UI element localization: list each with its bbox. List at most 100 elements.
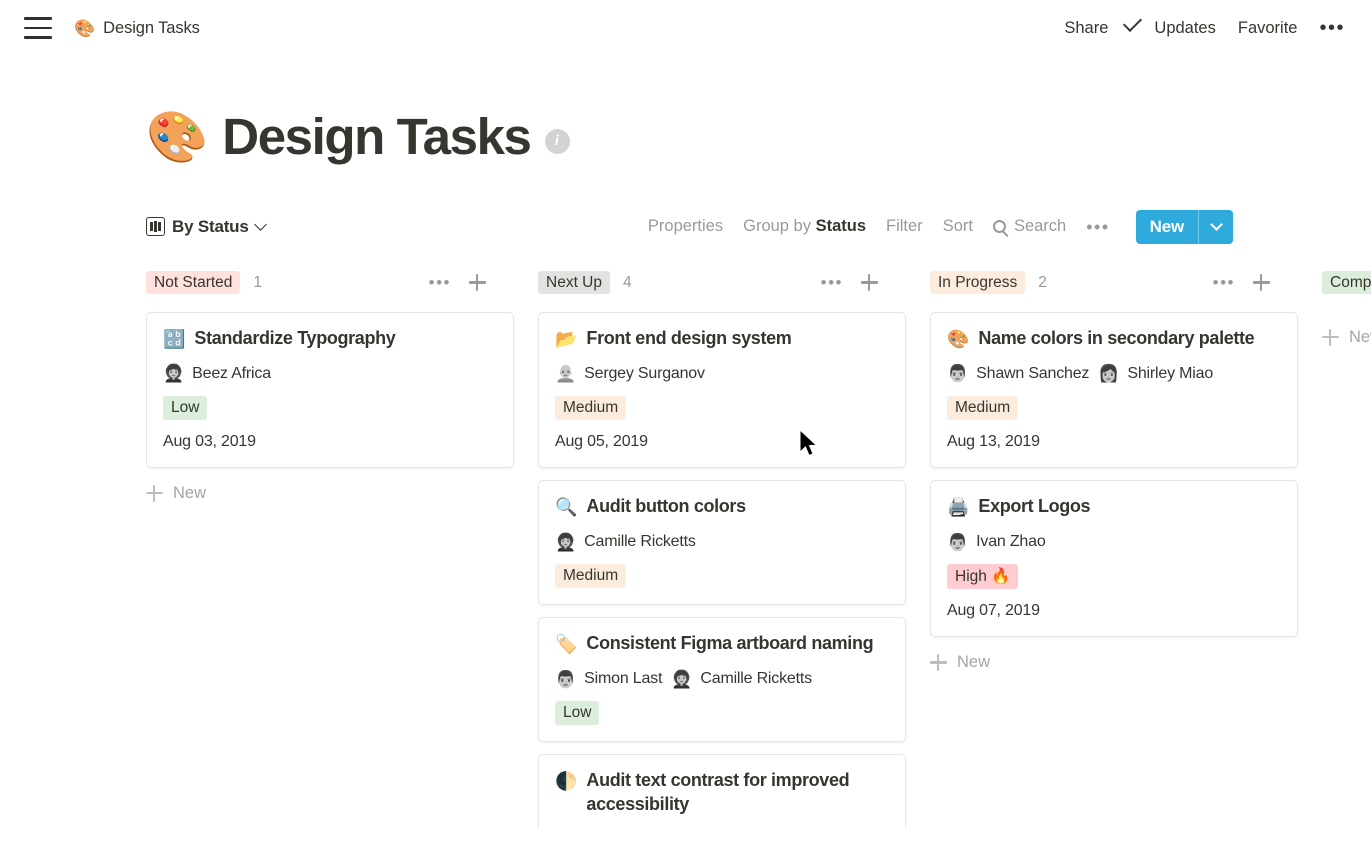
column-header: Not Started 1 ••• — [146, 268, 538, 298]
view-tab-by-status[interactable]: By Status — [146, 217, 265, 237]
info-icon[interactable]: i — [545, 129, 570, 154]
card-title-row: 🔍 Audit button colors — [555, 495, 889, 519]
assignee-name: Shirley Miao — [1127, 365, 1213, 383]
assignee-name: Shawn Sanchez — [976, 365, 1089, 383]
page-title[interactable]: Design Tasks — [222, 110, 530, 164]
card-assignees: 👩‍🦱Camille Ricketts — [555, 533, 889, 551]
column-more-icon[interactable]: ••• — [429, 274, 451, 291]
favorite-button[interactable]: Favorite — [1238, 19, 1298, 38]
assignee[interactable]: 👩Shirley Miao — [1098, 365, 1213, 383]
new-button[interactable]: New — [1136, 210, 1233, 244]
task-card[interactable]: 🏷️Consistent Figma artboard naming👨Simon… — [538, 617, 906, 742]
more-options-icon[interactable]: ••• — [1319, 18, 1345, 38]
breadcrumb[interactable]: 🎨 Design Tasks — [74, 19, 200, 38]
chevron-down-icon — [254, 218, 267, 231]
assignee[interactable]: 👩‍🦱Camille Ricketts — [555, 533, 696, 551]
card-title: Standardize Typography — [194, 327, 395, 350]
toolbar-more-icon[interactable]: ••• — [1086, 218, 1109, 236]
status-badge[interactable]: Next Up — [538, 271, 610, 295]
abcd-input-latin-icon: 🔡 — [163, 327, 185, 351]
magnifying-glass-icon: 🔍 — [555, 495, 577, 519]
board-column: Not Started 1 ••• 🔡 Standardize Typography 👩‍… — [146, 268, 538, 828]
board-view-icon — [146, 217, 165, 236]
group-by-button[interactable]: Group by Status — [743, 217, 866, 236]
breadcrumb-label: Design Tasks — [103, 19, 200, 38]
column-more-icon[interactable]: ••• — [821, 274, 843, 291]
assignee[interactable]: 👨‍🦲Sergey Surganov — [555, 365, 705, 383]
priority-badge[interactable]: Medium — [555, 396, 626, 420]
column-more-icon[interactable]: ••• — [1213, 274, 1235, 291]
assignee[interactable]: 👨 Shawn Sanchez — [947, 365, 1089, 383]
status-badge[interactable]: Not Started — [146, 271, 240, 295]
column-header-actions: ••• — [1213, 274, 1270, 291]
assignee[interactable]: 👩‍🦱Beez Africa — [163, 365, 271, 383]
sort-button[interactable]: Sort — [943, 217, 973, 236]
add-new-card-button[interactable]: New — [930, 653, 1322, 672]
page-title-row: 🎨 Design Tasks i — [146, 110, 1371, 164]
status-badge[interactable]: In Progress — [930, 271, 1025, 295]
column-add-icon[interactable] — [469, 274, 486, 291]
assignee[interactable]: 👨Simon Last — [555, 670, 662, 688]
column-add-icon[interactable] — [861, 274, 878, 291]
add-new-card-button[interactable]: New — [146, 484, 538, 503]
task-card[interactable]: 🔡 Standardize Typography 👩‍🦱Beez Africa Low… — [146, 312, 514, 468]
updates-button[interactable]: Updates — [1130, 19, 1215, 38]
priority-badge[interactable]: Low — [555, 701, 599, 725]
assignee-name: Beez Africa — [192, 365, 271, 383]
group-by-prefix: Group by — [743, 217, 815, 235]
page-body: 🎨 Design Tasks i By Status Properties Gr… — [0, 110, 1371, 828]
card-assignees: 👨Ivan Zhao — [947, 533, 1281, 551]
add-new-card-label: New — [957, 653, 990, 672]
hamburger-menu-icon[interactable] — [24, 17, 52, 39]
column-header: Next Up4••• — [538, 268, 930, 298]
task-card[interactable]: 📂Front end design system👨‍🦲Sergey Surgan… — [538, 312, 906, 468]
column-count: 1 — [253, 274, 262, 292]
new-button-dropdown[interactable] — [1199, 210, 1233, 244]
card-title-row: 🔡 Standardize Typography — [163, 327, 497, 351]
top-bar: 🎨 Design Tasks Share Updates Favorite ••… — [0, 0, 1371, 56]
task-card[interactable]: 🖨️Export Logos👨Ivan ZhaoHigh 🔥Aug 07, 20… — [930, 480, 1298, 637]
view-toolbar: By Status Properties Group by Status Fil… — [146, 210, 1371, 244]
column-header: In Progress 2 ••• — [930, 268, 1322, 298]
chevron-down-icon — [1210, 218, 1223, 231]
card-title-row: 🎨Name colors in secondary palette — [947, 327, 1281, 351]
first-quarter-moon-icon: 🌓 — [555, 769, 577, 793]
add-new-card-button[interactable]: New — [1322, 328, 1371, 347]
column-add-icon[interactable] — [1253, 274, 1270, 291]
assignee[interactable]: 👩‍🦱Camille Ricketts — [671, 670, 812, 688]
card-date: Aug 05, 2019 — [555, 433, 889, 451]
priority-badge[interactable]: Medium — [947, 396, 1018, 420]
avatar: 👨 — [947, 534, 968, 551]
filter-button[interactable]: Filter — [886, 217, 923, 236]
priority-badge[interactable]: Low — [163, 396, 207, 420]
task-card[interactable]: 🌓 Audit text contrast for improved access… — [538, 754, 906, 827]
open-folder-icon: 📂 — [555, 327, 577, 351]
assignee[interactable]: 👨Ivan Zhao — [947, 533, 1046, 551]
card-assignees: 👩‍🦱Beez Africa — [163, 365, 497, 383]
card-title: Export Logos — [978, 495, 1090, 518]
search-label: Search — [1014, 217, 1066, 236]
task-card[interactable]: 🎨Name colors in secondary palette 👨 Shawn … — [930, 312, 1298, 468]
avatar: 👨 — [947, 365, 968, 382]
column-count: 2 — [1038, 274, 1047, 292]
board-column: In Progress 2 ••• 🎨Name colors in secondary… — [930, 268, 1322, 828]
card-title: Audit text contrast for improved accessi… — [586, 769, 889, 816]
top-bar-actions: Share Updates Favorite ••• — [1064, 18, 1345, 38]
priority-badge[interactable]: High 🔥 — [947, 564, 1018, 589]
assignee-name: Sergey Surganov — [584, 365, 705, 383]
column-cards: 🔡 Standardize Typography 👩‍🦱Beez Africa Low… — [146, 312, 538, 468]
task-card[interactable]: 🔍 Audit button colors 👩‍🦱Camille Ricketts M… — [538, 480, 906, 605]
properties-button[interactable]: Properties — [648, 217, 723, 236]
share-button[interactable]: Share — [1064, 19, 1108, 38]
search-button[interactable]: Search — [993, 217, 1066, 236]
plus-icon — [146, 485, 163, 502]
status-badge[interactable]: Complete — [1322, 271, 1371, 295]
priority-badge[interactable]: Medium — [555, 564, 626, 588]
kanban-board: Not Started 1 ••• 🔡 Standardize Typography 👩‍… — [146, 268, 1371, 828]
assignee-name: Camille Ricketts — [700, 670, 812, 688]
board-column: Complete•••New — [1322, 268, 1371, 828]
palette-icon[interactable]: 🎨 — [146, 112, 208, 162]
card-title: Audit button colors — [586, 495, 745, 518]
card-assignees: 👨‍🦲Sergey Surganov — [555, 365, 889, 383]
label-tag-icon: 🏷️ — [555, 632, 577, 656]
